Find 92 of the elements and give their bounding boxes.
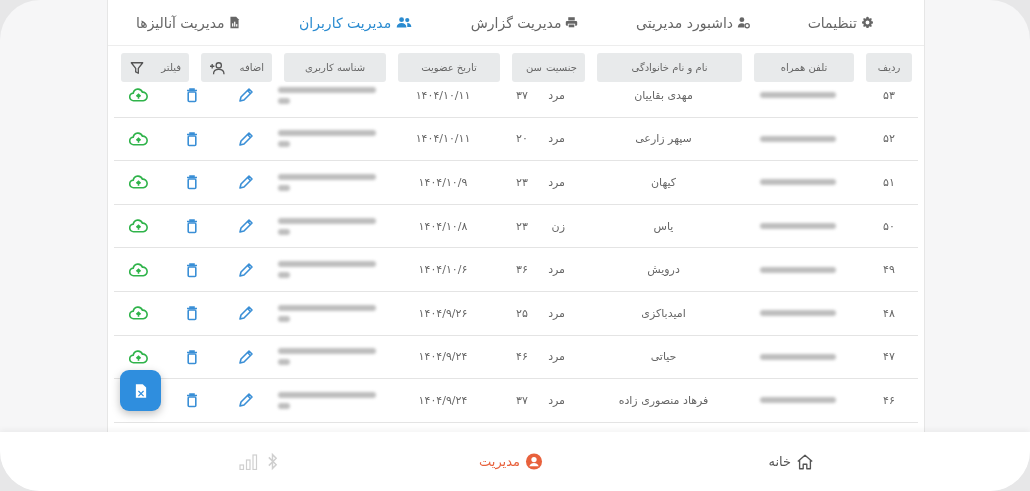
pencil-icon[interactable]	[238, 174, 254, 191]
pencil-icon[interactable]	[238, 130, 254, 147]
tab[interactable]: داشبورد مدیریتی	[630, 10, 757, 35]
cloud-upload-icon[interactable]	[129, 348, 148, 365]
table-cell-text: ۵۳	[882, 87, 896, 104]
add-button[interactable]: اضافه	[201, 53, 272, 82]
table-cell: ۲۳	[516, 176, 528, 189]
table-cell-text: درویش	[646, 262, 681, 279]
column-header: نام و نام خانوادگی	[597, 53, 742, 82]
cloud-upload-icon[interactable]	[129, 87, 148, 104]
table-cell: مرد	[548, 263, 565, 277]
table-cell: ۲۳	[516, 219, 528, 233]
column-header: شناسه کاربری	[284, 53, 386, 82]
users-icon	[395, 16, 414, 29]
pencil-icon[interactable]	[238, 392, 254, 409]
pencil-icon[interactable]	[238, 305, 254, 322]
excel-file-icon	[134, 382, 147, 399]
trash-icon[interactable]	[184, 305, 200, 322]
table-cell-text: یاس	[652, 218, 675, 235]
cloud-upload-icon[interactable]	[129, 218, 148, 235]
pencil-icon[interactable]	[238, 87, 254, 104]
table-cell: مرد	[548, 393, 565, 407]
table-cell-text: سپهر زارعی	[634, 131, 693, 148]
bluetooth-icon	[267, 452, 278, 471]
column-header: تاریخ عضویت	[398, 53, 500, 82]
column-header: تلفن همراه	[754, 53, 854, 82]
trash-icon[interactable]	[184, 130, 200, 147]
trash-icon[interactable]	[184, 392, 200, 409]
table-cell: ۳۶	[516, 263, 528, 277]
table-cell-text: ۱۴۰۴/۹/۲۴	[417, 392, 469, 409]
add-user-icon	[209, 60, 225, 75]
column-header: جنسیت	[546, 62, 577, 73]
table-cell-text: حیاتی	[649, 349, 678, 366]
table-cell: ۲۵	[516, 306, 528, 320]
trash-icon[interactable]	[184, 348, 200, 365]
trash-icon[interactable]	[184, 174, 200, 191]
table-cell-text: ۴۷	[882, 349, 896, 366]
tab[interactable]: تنظیمات	[801, 10, 880, 35]
pencil-icon[interactable]	[238, 218, 254, 235]
table-cell: ۲۰	[516, 132, 528, 146]
table-cell-text: ۱۴۰۴/۹/۲۶	[417, 305, 469, 322]
filter-icon	[129, 60, 145, 75]
printer-icon	[565, 16, 579, 29]
column-header: ردیف	[866, 53, 912, 82]
table-cell-text: کیهان	[649, 175, 678, 191]
table-cell-text: ۴۹	[882, 262, 896, 279]
table-cell: زن	[551, 219, 565, 233]
trash-icon[interactable]	[184, 87, 200, 104]
table-cell: مرد	[548, 306, 565, 320]
filter-button[interactable]: فیلتر	[121, 53, 189, 82]
table-cell-text: ۵۰	[882, 218, 896, 235]
table-cell-text: ۱۴۰۴/۱۰/۸	[417, 218, 469, 235]
cloud-upload-icon[interactable]	[129, 174, 148, 191]
trash-icon[interactable]	[184, 261, 200, 278]
column-header: سن	[526, 62, 542, 73]
table-cell: مرد	[548, 132, 565, 146]
table-cell: مرد	[548, 350, 565, 364]
cloud-upload-icon[interactable]	[129, 305, 148, 322]
pencil-icon[interactable]	[238, 348, 254, 365]
cloud-upload-icon[interactable]	[129, 261, 148, 278]
tab[interactable]: مدیریت کاربران	[293, 10, 420, 35]
table-cell-text: مهدی بقاییان	[633, 87, 694, 104]
table-cell-text: امیدباکزی	[640, 305, 687, 322]
table-cell-text: ۱۴۰۴/۹/۲۴	[417, 349, 469, 366]
chart-file-icon	[228, 16, 242, 29]
table-cell-text: ۵۲	[882, 131, 896, 148]
table-cell: ۴۶	[516, 350, 528, 364]
pencil-icon[interactable]	[238, 261, 254, 278]
signal-icon	[239, 453, 259, 470]
tab[interactable]: مدیریت آنالیزها	[130, 10, 248, 35]
table-cell-text: ۱۴۰۴/۱۰/۶	[417, 262, 469, 279]
table-cell-text: ۵۱	[882, 175, 896, 191]
table-cell-text: ۴۶	[882, 392, 896, 409]
home-icon	[796, 453, 814, 470]
table-cell: مرد	[548, 176, 565, 189]
table-cell-text: ۱۴۰۴/۱۰/۱۱	[414, 87, 472, 104]
trash-icon[interactable]	[184, 218, 200, 235]
cloud-upload-icon[interactable]	[129, 130, 148, 147]
table-cell-text: فرهاد منصوری زاده	[617, 392, 710, 409]
tab[interactable]: مدیریت گزارش	[464, 10, 585, 35]
table-cell: ۳۷	[516, 88, 528, 102]
table-cell-text: ۱۴۰۴/۱۰/۱۱	[414, 131, 472, 148]
user-gear-icon	[737, 16, 751, 29]
gear-icon	[861, 16, 874, 29]
table-cell-text: ۱۴۰۴/۱۰/۹	[417, 175, 469, 191]
table-cell: مرد	[548, 88, 565, 102]
user-circle-icon	[525, 453, 543, 470]
excel-export-button[interactable]	[120, 370, 161, 411]
table-cell: ۳۷	[516, 393, 528, 407]
nav-item[interactable]: خانه	[543, 449, 818, 474]
nav-item[interactable]: مدیریت	[268, 449, 543, 474]
table-cell-text: ۴۸	[882, 305, 896, 322]
